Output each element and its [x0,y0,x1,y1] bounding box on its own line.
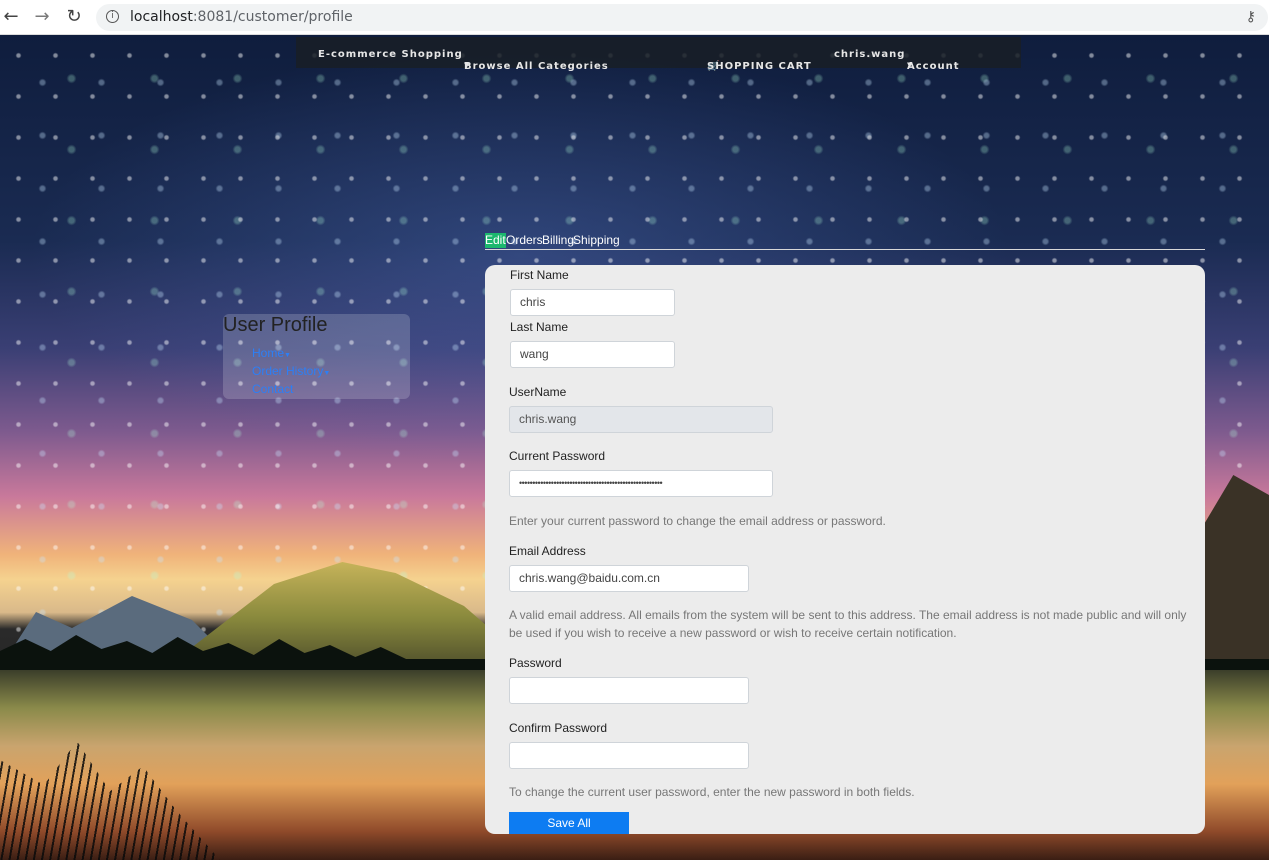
info-icon[interactable]: i [106,10,119,23]
sidebar-link-label: Order History [252,364,324,378]
shopping-cart-label: SHOPPING CART [707,61,812,72]
current-password-label: Current Password [509,449,606,463]
caret-down-icon: ▼ [907,61,914,69]
first-name-field[interactable]: chris [510,289,675,316]
current-password-help: Enter your current password to change th… [509,514,886,528]
last-name-label: Last Name [510,320,569,334]
save-all-button[interactable]: Save All [509,812,629,834]
tab-orders[interactable]: Orders [506,233,543,248]
confirm-password-label: Confirm Password [509,721,608,735]
sidebar-link-label: Home [252,346,285,360]
email-label: Email Address [509,544,586,558]
key-icon[interactable]: ⚷ [1246,9,1256,25]
password-help: To change the current user password, ent… [509,785,915,799]
brand-link[interactable]: E-commerce Shopping [318,49,463,60]
back-arrow-icon[interactable]: ← [0,6,22,28]
url-text[interactable]: localhost:8081/customer/profile [130,9,353,25]
password-field[interactable] [509,677,749,704]
user-profile-sidebar: User Profile Home▼ Order History▼ Contac… [223,314,410,399]
sidebar-title: User Profile [223,314,328,336]
browse-categories-label: Browse All Categories [464,61,609,72]
username-label: UserName [509,385,567,399]
email-help: A valid email address. All emails from t… [509,608,1187,640]
sidebar-link-contact[interactable]: Contact [252,382,293,396]
username-link[interactable]: chris.wang [834,49,905,60]
account-label: Account [907,61,960,72]
profile-tabs: Edit Orders Billing Shipping [485,233,1205,250]
last-name-field[interactable]: wang [510,341,675,368]
forward-arrow-icon[interactable]: → [31,6,53,28]
reload-icon[interactable]: ↻ [63,6,85,28]
tab-billing[interactable]: Billing [542,233,574,248]
top-navbar: E-commerce Shopping Browse All Categorie… [296,37,1021,72]
username-field: chris.wang [509,406,773,433]
sidebar-link-home[interactable]: Home▼ [252,346,291,360]
profile-form: First Name chris Last Name wang UserName… [485,265,1205,834]
first-name-label: First Name [510,268,569,282]
tab-shipping[interactable]: Shipping [573,233,620,248]
password-label: Password [509,656,562,670]
tab-edit[interactable]: Edit [485,233,506,248]
current-password-field[interactable]: ••••••••••••••••••••••••••••••••••••••••… [509,470,773,497]
caret-down-icon: ▼ [323,370,331,377]
email-field[interactable]: chris.wang@baidu.com.cn [509,565,749,592]
confirm-password-field[interactable] [509,742,749,769]
url-path: :8081/customer/profile [192,9,353,25]
sidebar-link-order-history[interactable]: Order History▼ [252,364,330,378]
url-host: localhost [130,9,193,25]
browser-toolbar: ← → ↻ i localhost:8081/customer/profile … [0,0,1269,35]
caret-down-icon: ▼ [464,61,471,69]
address-bar[interactable]: i localhost:8081/customer/profile ⚷ [96,4,1268,31]
caret-down-icon: ▼ [284,352,291,359]
